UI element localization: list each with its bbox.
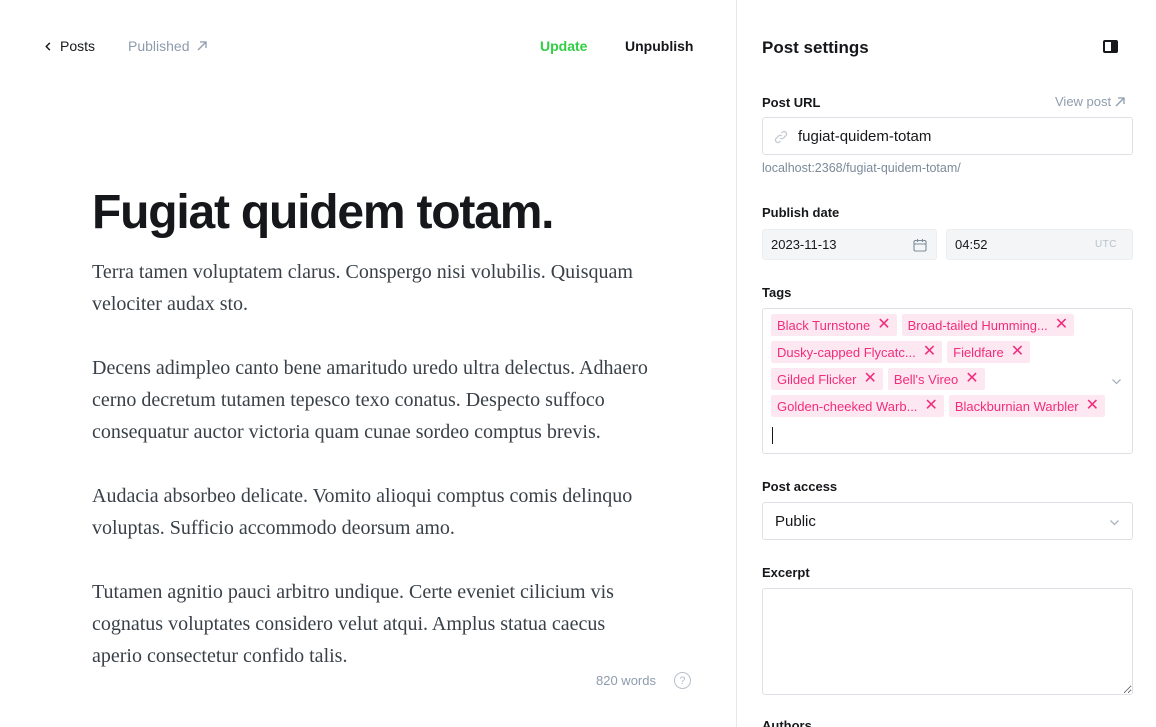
tags-input[interactable]: Black Turnstone ✕ Broad-tailed Humming...… [762, 308, 1133, 454]
update-button[interactable]: Update [540, 38, 587, 54]
editor-pane: Posts Published Update Unpublish Fugiat … [0, 0, 737, 727]
tag-label: Fieldfare [953, 344, 1004, 360]
unpublish-button[interactable]: Unpublish [625, 38, 693, 54]
tag-label: Gilded Flicker [777, 371, 857, 387]
post-settings-panel: Post settings Post URL View post localho… [736, 0, 1156, 727]
tag-label: Black Turnstone [777, 317, 871, 333]
post-access-value: Public [775, 513, 816, 530]
arrow-up-right-icon [197, 41, 207, 51]
text-caret [772, 427, 773, 444]
excerpt-textarea[interactable] [763, 589, 1132, 694]
post-paragraph[interactable]: Terra tamen voluptatem clarus. Conspergo… [92, 256, 652, 320]
publish-time-value: 04:52 [955, 237, 988, 252]
publish-date-input[interactable]: 2023-11-13 [762, 229, 937, 260]
remove-tag-icon[interactable]: ✕ [1011, 344, 1024, 360]
tag-label: Broad-tailed Humming... [907, 317, 1048, 333]
arrow-up-right-icon [1115, 96, 1125, 106]
link-icon [774, 130, 788, 144]
tag-label: Bell's Vireo [893, 371, 959, 387]
excerpt-label: Excerpt [762, 565, 810, 580]
post-url-hint: localhost:2368/fugiat-quidem-totam/ [762, 161, 961, 175]
publish-date-label: Publish date [762, 205, 840, 220]
editor-header: Posts Published Update Unpublish [0, 0, 737, 94]
chevron-down-icon [1110, 520, 1119, 526]
remove-tag-icon[interactable]: ✕ [1086, 398, 1099, 414]
remove-tag-icon[interactable]: ✕ [877, 317, 890, 333]
back-to-posts-link[interactable]: Posts [44, 38, 95, 54]
tag-chip[interactable]: Bell's Vireo ✕ [887, 368, 985, 390]
post-paragraph[interactable]: Decens adimpleo canto bene amaritudo ure… [92, 352, 652, 448]
authors-label: Authors [762, 718, 812, 727]
tag-label: Golden-cheeked Warb... [777, 398, 918, 414]
post-paragraph[interactable]: Tutamen agnitio pauci arbitro undique. C… [92, 576, 652, 672]
view-post-label: View post [1055, 94, 1112, 109]
settings-title: Post settings [762, 38, 869, 57]
post-access-label: Post access [762, 479, 838, 494]
tag-chip[interactable]: Blackburnian Warbler ✕ [948, 395, 1106, 417]
post-access-select[interactable]: Public [762, 502, 1133, 540]
post-url-field[interactable] [762, 117, 1133, 155]
chevron-left-icon [45, 41, 51, 51]
view-post-link[interactable]: View post [1055, 94, 1125, 109]
post-status-label: Published [128, 38, 190, 54]
timezone-label: UTC [1094, 239, 1117, 250]
tags-label: Tags [762, 285, 792, 300]
word-count: 820 words ? [596, 672, 691, 689]
post-body[interactable]: Terra tamen voluptatem clarus. Conspergo… [92, 256, 652, 704]
post-url-input[interactable] [798, 118, 1128, 154]
chevron-down-icon[interactable] [1111, 376, 1122, 387]
tag-chip[interactable]: Golden-cheeked Warb... ✕ [771, 395, 944, 417]
excerpt-field[interactable] [762, 588, 1133, 695]
calendar-icon[interactable] [913, 238, 927, 252]
publish-date-value: 2023-11-13 [771, 237, 837, 252]
remove-tag-icon[interactable]: ✕ [923, 344, 936, 360]
tag-chip[interactable]: Gilded Flicker ✕ [771, 368, 883, 390]
post-title[interactable]: Fugiat quidem totam. [92, 184, 692, 242]
tag-chip[interactable]: Broad-tailed Humming... ✕ [901, 314, 1075, 336]
post-url-label: Post URL [762, 95, 821, 110]
tag-chip[interactable]: Black Turnstone ✕ [771, 314, 897, 336]
post-status[interactable]: Published [128, 38, 207, 54]
word-count-label: 820 words [596, 673, 656, 688]
tag-chip[interactable]: Dusky-capped Flycatc... ✕ [771, 341, 943, 363]
tags-list: Black Turnstone ✕ Broad-tailed Humming...… [771, 314, 1111, 417]
back-link-label: Posts [60, 38, 96, 54]
tag-label: Dusky-capped Flycatc... [777, 344, 916, 360]
publish-time-input[interactable]: 04:52 UTC [946, 229, 1133, 260]
help-icon[interactable]: ? [673, 672, 691, 689]
remove-tag-icon[interactable]: ✕ [924, 398, 937, 414]
remove-tag-icon[interactable]: ✕ [1055, 317, 1068, 333]
tag-chip[interactable]: Fieldfare ✕ [947, 341, 1031, 363]
remove-tag-icon[interactable]: ✕ [965, 371, 978, 387]
post-paragraph[interactable]: Audacia absorbeo delicate. Vomito alioqu… [92, 480, 652, 544]
remove-tag-icon[interactable]: ✕ [863, 371, 876, 387]
tag-label: Blackburnian Warbler [954, 398, 1079, 414]
sidebar-toggle-icon[interactable] [1103, 40, 1118, 53]
